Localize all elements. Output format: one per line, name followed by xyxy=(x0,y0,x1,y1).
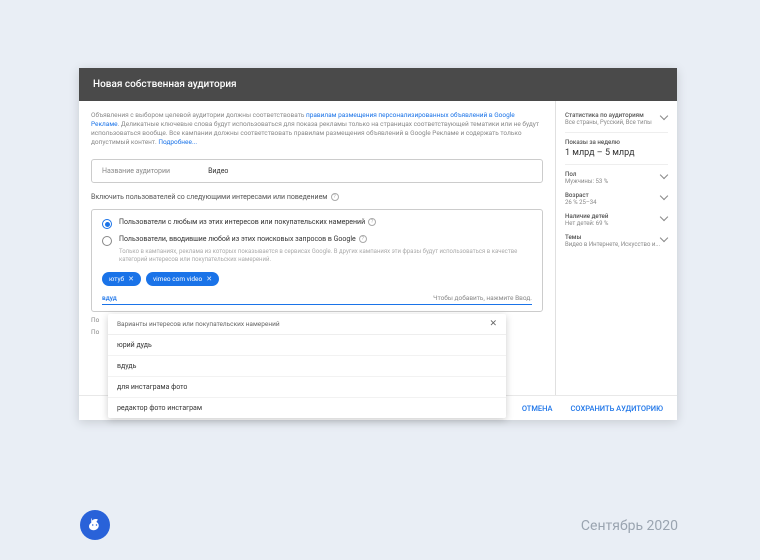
options-container: Пользователи с любым из этих интересов и… xyxy=(91,209,543,312)
llama-icon xyxy=(86,516,104,534)
brand-logo xyxy=(80,510,110,540)
learn-more-link[interactable]: Подробнее... xyxy=(158,138,197,146)
chevron-down-icon[interactable] xyxy=(661,174,668,181)
chevron-down-icon[interactable] xyxy=(661,216,668,223)
topics-value: Видео в Интернете, Искусство и... xyxy=(565,241,660,248)
help-icon[interactable]: ? xyxy=(331,193,339,201)
dialog-title: Новая собственная аудитория xyxy=(79,68,677,101)
impressions-value: 1 млрд – 5 млрд xyxy=(565,148,668,158)
radio-icon xyxy=(102,236,112,246)
notice-text: Объявления с выбором целевой аудитории д… xyxy=(91,111,306,119)
suggestions-header: Варианты интересов или покупательских на… xyxy=(117,320,280,328)
interest-chip[interactable]: vimeo com video ✕ xyxy=(146,272,219,286)
parental-label: Наличие детей xyxy=(565,212,608,220)
help-icon[interactable]: ? xyxy=(359,235,367,243)
stats-sidebar: Статистика по аудиториям Все страны, Рус… xyxy=(555,101,677,395)
include-title-text: Включить пользователей со следующими инт… xyxy=(91,193,328,201)
close-icon[interactable]: ✕ xyxy=(489,319,497,329)
caption: Сентябрь 2020 xyxy=(581,518,678,534)
topics-label: Темы xyxy=(565,233,660,241)
chevron-down-icon[interactable] xyxy=(661,237,668,244)
suggestion-item[interactable]: юрий дудь xyxy=(108,335,506,355)
audience-name-field[interactable]: Название аудитории Видео xyxy=(91,159,543,183)
suggestion-item[interactable]: для инстаграма фото xyxy=(108,376,506,397)
cancel-button[interactable]: ОТМЕНА xyxy=(522,404,553,413)
radio-option-searches[interactable]: Пользователи, вводившие любой из этих по… xyxy=(102,235,532,246)
chip-remove-icon[interactable]: ✕ xyxy=(128,275,134,283)
gender-value: Мужчины: 53 % xyxy=(565,178,608,185)
save-button[interactable]: СОХРАНИТЬ АУДИТОРИЮ xyxy=(571,404,663,413)
radio-icon xyxy=(102,219,112,229)
chip-label: vimeo com video xyxy=(153,275,202,283)
impressions-label: Показы за неделю xyxy=(565,138,668,146)
input-text: вдуд xyxy=(102,294,117,302)
radio2-description: Только в кампаниях, реклама из которых п… xyxy=(119,248,532,264)
chip-label: ютуб xyxy=(109,275,124,283)
age-label: Возраст xyxy=(565,191,597,199)
name-value: Видео xyxy=(208,167,228,175)
radio1-label: Пользователи с любым из этих интересов и… xyxy=(119,218,365,226)
suggestions-dropdown: Варианты интересов или покупательских на… xyxy=(108,314,506,418)
suggestion-item[interactable]: вдудь xyxy=(108,355,506,376)
name-label: Название аудитории xyxy=(102,167,170,175)
suggestion-item[interactable]: редактор фото инстаграм xyxy=(108,397,506,418)
chip-remove-icon[interactable]: ✕ xyxy=(206,275,212,283)
radio-option-interests[interactable]: Пользователи с любым из этих интересов и… xyxy=(102,218,532,229)
chevron-down-icon[interactable] xyxy=(661,195,668,202)
include-section-title: Включить пользователей со следующими инт… xyxy=(91,193,543,201)
stats-subtitle: Все страны, Русский, Все типы xyxy=(565,119,652,126)
help-icon[interactable]: ? xyxy=(368,218,376,226)
input-hint: Чтобы добавить, нажмите Ввод. xyxy=(433,294,532,302)
stats-title: Статистика по аудиториям xyxy=(565,111,652,119)
chevron-down-icon[interactable] xyxy=(661,115,668,122)
age-value: 26 % 25–34 xyxy=(565,199,597,206)
gender-label: Пол xyxy=(565,170,608,178)
radio2-label: Пользователи, вводившие любой из этих по… xyxy=(119,235,356,243)
input-underline[interactable]: вдуд Чтобы добавить, нажмите Ввод. xyxy=(102,294,532,305)
parental-value: Нет детей: 69 % xyxy=(565,220,608,227)
chips-container: ютуб ✕ vimeo com video ✕ xyxy=(102,272,532,286)
interest-chip[interactable]: ютуб ✕ xyxy=(102,272,141,286)
policy-notice: Объявления с выбором целевой аудитории д… xyxy=(91,111,543,147)
